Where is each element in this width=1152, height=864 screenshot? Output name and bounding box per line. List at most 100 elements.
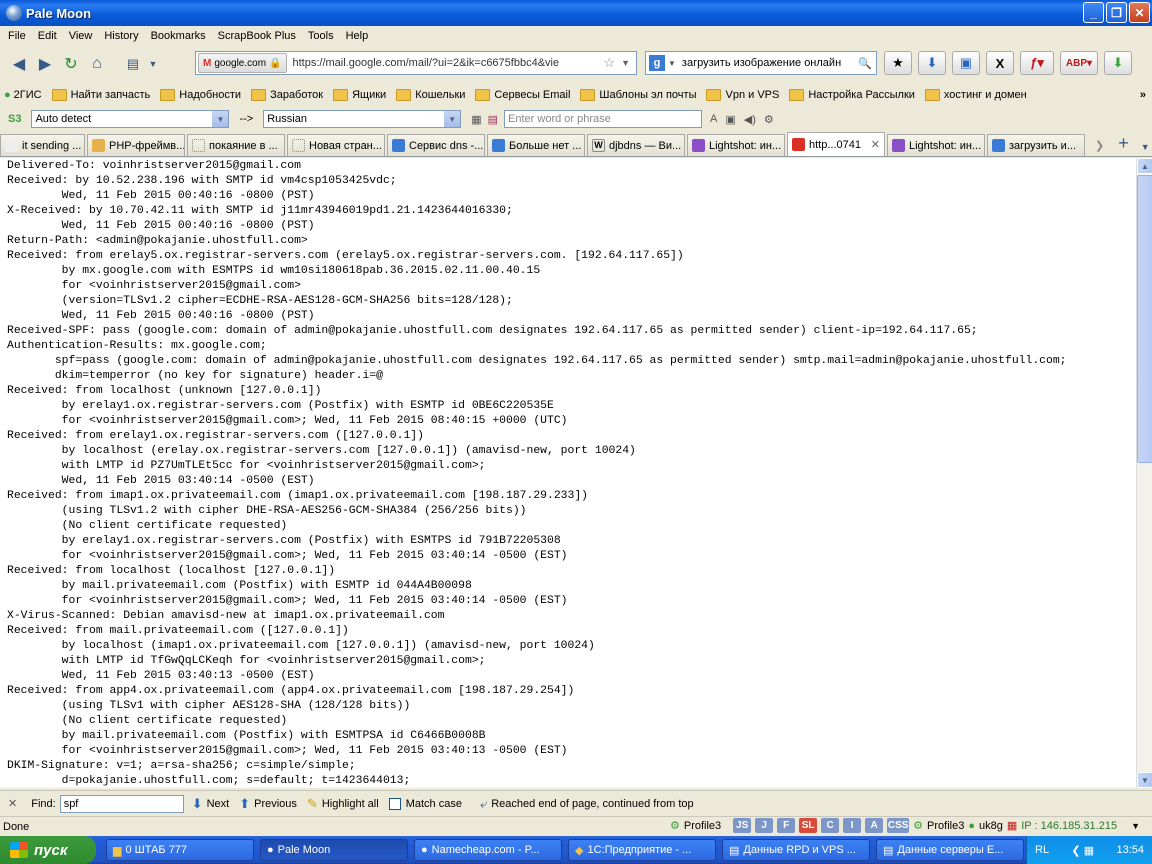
menu-help[interactable]: Help [340,30,375,42]
tab-active[interactable]: http...0741 ✕ [787,132,885,156]
bookmark-folder[interactable]: Шаблоны эл почты [580,89,696,101]
google-search-engine-icon[interactable]: g [649,55,665,71]
bookmark-folder[interactable]: Ящики [333,89,386,101]
animation-toggle[interactable]: A [865,818,884,833]
source-language-select[interactable]: Auto detect ▼ [31,110,230,128]
taskbar-item[interactable]: ▤ Данные серверы E... [876,839,1024,861]
scroll-up-icon[interactable]: ▲ [1137,158,1152,174]
chevron-down-icon[interactable]: ▼ [146,51,160,77]
taskbar-item[interactable]: ◆ 1С:Предприятие - ... [568,839,716,861]
site-identity-button[interactable]: M google.com 🔒 [198,53,287,73]
menu-scrapbook[interactable]: ScrapBook Plus [212,30,302,42]
bookmark-2gis[interactable]: ● 2ГИС [4,89,42,101]
taskbar-item-active[interactable]: ● Pale Moon [260,839,408,861]
find-next-button[interactable]: ⬇ Next [192,796,230,812]
url-text[interactable]: https://mail.google.com/mail/?ui=2&ik=c6… [293,57,563,69]
css-toggle[interactable]: CSS [887,818,910,833]
dictionary-icon[interactable]: ▦ [471,113,481,126]
profile-label[interactable]: Profile3 [927,820,964,832]
close-tab-icon[interactable]: ✕ [871,138,880,151]
tab[interactable]: Больше нет ... [487,134,585,156]
start-button[interactable]: пуск [0,836,96,864]
download-icon[interactable]: ⬇ [918,51,946,75]
highlight-all-button[interactable]: ✎ Highlight all [307,796,379,812]
translator-icon[interactable]: S3 [8,113,21,125]
title-bar[interactable]: Pale Moon _ ❐ ✕ [0,0,1152,26]
vertical-scrollbar[interactable]: ▲ ▼ [1136,158,1152,788]
url-dropdown-icon[interactable]: ▼ [621,58,630,68]
search-bar[interactable]: g ▼ загрузить изображение онлайн 🔍 [645,51,877,75]
tab[interactable]: Lightshot: ин... [887,134,985,156]
maximize-button[interactable]: ❐ [1106,2,1127,23]
home-icon[interactable]: ⌂ [84,51,110,77]
cookies-toggle[interactable]: C [821,818,840,833]
find-previous-button[interactable]: ⬆ Previous [239,796,297,812]
speaker-icon[interactable]: ◀) [744,113,756,126]
bookmark-folder[interactable]: хостинг и домен [924,89,1027,101]
match-case-checkbox[interactable]: Match case [388,797,462,810]
back-icon[interactable]: ◀ [6,51,32,77]
phrase-input[interactable]: Enter word or phrase [504,110,703,128]
chevron-right-icon[interactable]: » [1140,89,1146,101]
search-input[interactable]: загрузить изображение онлайн [682,57,841,69]
menu-edit[interactable]: Edit [32,30,63,42]
scrapbook-icon[interactable]: ★ [884,51,912,75]
translate-page-icon[interactable]: A [710,113,717,125]
settings-icon[interactable]: ⚙ [764,113,774,126]
phrasebook-icon[interactable]: ▤ [488,113,498,126]
chevron-down-icon[interactable]: ▼ [1131,821,1140,831]
bookmark-folder[interactable]: Сервесы Email [475,89,570,101]
close-button[interactable]: ✕ [1129,2,1150,23]
bookmark-folder[interactable]: Vpn и VPS [706,89,779,101]
silverlight-toggle[interactable]: SL [799,818,818,833]
reload-icon[interactable]: ↻ [58,51,84,77]
clipboard-icon[interactable]: ▣ [725,113,735,126]
flash-icon[interactable]: ƒ▾ [1020,51,1054,75]
bookmark-folder[interactable]: Найти запчасть [51,89,150,101]
close-find-icon[interactable]: ✕ [8,797,17,810]
green-download-icon[interactable]: ⬇ [1104,51,1132,75]
adblock-icon[interactable]: ABP▾ [1060,51,1098,75]
new-tab-icon[interactable]: + [1118,133,1129,154]
bookmark-folder[interactable]: Надобности [160,89,241,101]
bookmark-folder[interactable]: Настройка Рассылки [789,89,915,101]
window-icon[interactable]: ▣ [952,51,980,75]
menu-tools[interactable]: Tools [302,30,340,42]
search-icon[interactable]: 🔍 [858,57,872,70]
tab[interactable]: Wdjbdns — Ви... [587,134,685,156]
taskbar-item[interactable]: ▆ 0 ШТАБ 777 [106,839,254,861]
tab[interactable]: Lightshot: ин... [687,134,785,156]
minimize-button[interactable]: _ [1083,2,1104,23]
menu-history[interactable]: History [98,30,144,42]
tab[interactable]: Новая стран... [287,134,385,156]
tab[interactable]: PHP-фреймв... [87,134,185,156]
profile-label[interactable]: Profile3 [684,820,721,832]
page-menu-icon[interactable]: ▤ [120,51,146,77]
star-icon[interactable]: ☆ [603,55,615,71]
scroll-tabs-right-icon[interactable]: ❯ [1095,139,1104,152]
tray-icons[interactable]: ❮ ▦ [1071,844,1094,857]
menu-bookmarks[interactable]: Bookmarks [145,30,212,42]
list-tabs-icon[interactable]: ▼ [1141,142,1150,152]
tab[interactable]: загрузить и... [987,134,1085,156]
tab[interactable]: Сервис dns -... [387,134,485,156]
scroll-thumb[interactable] [1137,175,1152,463]
bookmark-folder[interactable]: Кошельки [396,89,465,101]
target-language-select[interactable]: Russian ▼ [263,110,462,128]
taskbar-item[interactable]: ▤ Данные RPD и VPS ... [722,839,870,861]
search-engine-dropdown-icon[interactable]: ▼ [668,59,676,68]
java-toggle[interactable]: J [755,818,774,833]
images-toggle[interactable]: I [843,818,862,833]
url-bar[interactable]: M google.com 🔒 https://mail.google.com/m… [195,51,637,75]
taskbar-item[interactable]: ● Namecheap.com - P... [414,839,562,861]
forward-icon[interactable]: ▶ [32,51,58,77]
js-toggle[interactable]: JS [733,818,752,833]
tab[interactable]: покаяние в ... [187,134,285,156]
x-extension-icon[interactable]: X [986,51,1014,75]
flash-toggle[interactable]: F [777,818,796,833]
bookmark-folder[interactable]: Заработок [251,89,323,101]
tab[interactable]: it sending ... [0,134,85,156]
scroll-down-icon[interactable]: ▼ [1137,772,1152,788]
menu-view[interactable]: View [63,30,99,42]
language-indicator[interactable]: RL [1035,844,1049,856]
